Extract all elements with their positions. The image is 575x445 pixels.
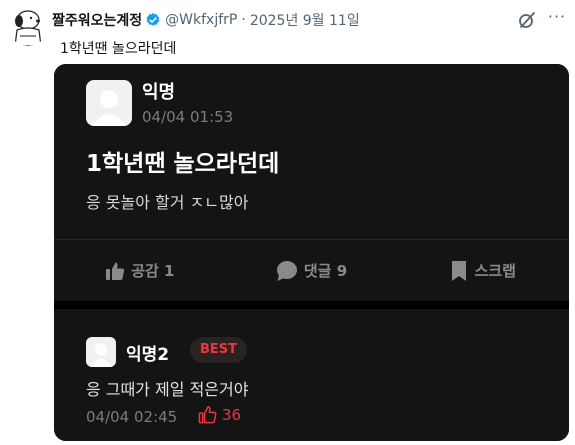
thumbs-up-icon [106,262,125,280]
post-author: 익명 [142,82,176,103]
display-name[interactable]: 짤주워오는계정 [52,10,142,30]
section-divider [54,301,569,309]
like-button[interactable]: 공감 1 [54,240,226,301]
tweet-header: 짤주워오는계정 @WkfxjfrP · 2025년 9월 11일 ··· 1학년… [8,6,567,58]
separator-dot: · [241,12,246,28]
comment-like-button[interactable]: 36 [198,405,241,424]
post-actions: 공감 1 댓글 9 스크랩 [54,239,569,301]
comment-body: 응 그때가 제일 적은거야 [86,380,249,399]
community-post: 익명 04/04 01:53 1학년땐 놀으라던데 응 못놀아 할거 ㅈㄴ많아 … [54,64,569,301]
comment-like-count: 36 [222,405,242,424]
user-handle[interactable]: @WkfxjfrP [165,12,237,28]
best-comment: 익명2 BEST 응 그때가 제일 적은거야 04/04 02:45 36 [54,309,569,441]
comment-timestamp: 04/04 02:45 [86,408,178,426]
scrap-button[interactable]: 스크랩 [397,240,569,301]
post-title: 1학년땐 놀으라던데 [86,151,280,177]
post-timestamp: 04/04 01:53 [142,108,234,126]
thumbs-up-outline-icon [198,406,217,424]
anonymous-avatar-icon [86,80,132,126]
best-badge: BEST [190,337,248,363]
tweet-date[interactable]: 2025년 9월 11일 [250,10,360,30]
tweet-text: 1학년땐 놀으라던데 [60,41,177,57]
tweet-author-line: 짤주워오는계정 @WkfxjfrP · 2025년 9월 11일 [52,10,360,30]
anonymous-avatar-icon [86,337,116,367]
bookmark-icon [452,260,467,281]
grok-icon[interactable] [517,10,537,30]
comment-bubble-icon [276,260,297,281]
comment-count-label: 댓글 9 [303,262,348,280]
scrap-label: 스크랩 [474,262,516,280]
like-count-label: 공감 1 [131,262,175,280]
verified-badge-icon [146,13,160,26]
comment-author: 익명2 [126,345,170,365]
embedded-image-card[interactable]: 익명 04/04 01:53 1학년땐 놀으라던데 응 못놀아 할거 ㅈㄴ많아 … [54,64,569,441]
comment-button[interactable]: 댓글 9 [226,240,398,301]
more-options-icon[interactable]: ··· [547,9,567,30]
profile-avatar[interactable] [8,6,48,46]
post-body: 응 못놀아 할거 ㅈㄴ많아 [86,193,249,212]
